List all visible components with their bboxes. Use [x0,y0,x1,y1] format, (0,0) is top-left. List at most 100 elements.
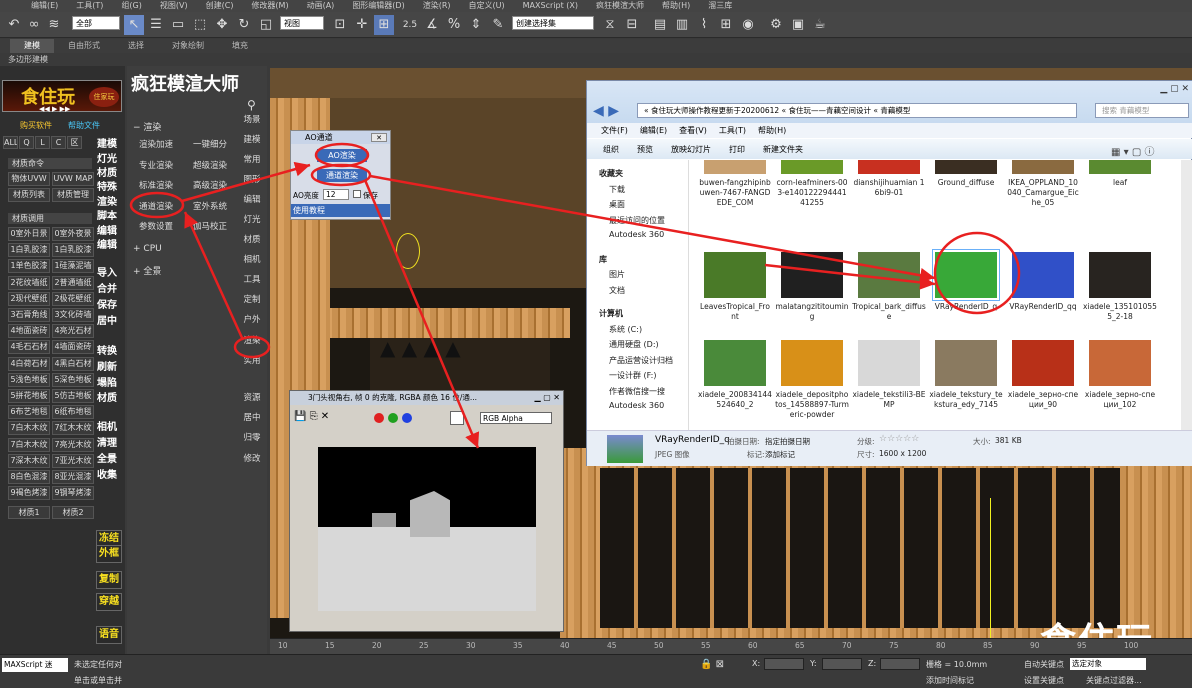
quick-command-button[interactable]: 语音 [96,626,122,644]
material-preset-button[interactable]: 0室外日景 [8,227,50,241]
named-selection-icon[interactable]: ✎ [488,15,508,35]
quick-command-button[interactable]: 相机 [97,420,123,436]
material-preset-button[interactable]: 4白荷石材 [8,356,50,371]
explorer-tool-button[interactable]: 预览 [637,144,653,155]
ao-brightness-input[interactable]: 12 [323,189,349,200]
file-thumbnail[interactable] [1012,252,1074,298]
material-tab[interactable]: 材质1 [8,506,50,519]
quick-command-button[interactable]: 转换 [97,344,123,360]
quick-command-button[interactable]: 导入 [97,266,123,282]
menu-item[interactable]: 溜三库 [699,0,741,12]
file-thumbnail[interactable] [935,340,997,386]
category-button[interactable]: 材质 [235,234,269,246]
file-name[interactable]: xiadele_зерно-специи_102 [1083,390,1157,410]
x-coord-input[interactable] [764,658,804,670]
undo-icon[interactable]: ↶ [4,15,24,35]
material-preset-button[interactable]: 6布艺地毯 [8,405,50,420]
category-button[interactable]: 场景 [235,114,269,126]
key-target-select[interactable]: 选定对象 [1070,658,1146,670]
quick-command-button[interactable]: 编辑 [97,238,123,254]
material-preset-button[interactable]: 7白木木纹 [8,421,50,436]
maxscript-listener[interactable]: MAXScript 迷 [2,658,68,672]
file-thumbnail[interactable] [932,249,1000,301]
category-button[interactable]: 工具 [235,274,269,286]
align-icon[interactable]: ⊟ [622,15,642,35]
category-button[interactable]: 居中 [235,412,269,424]
explorer-menu-item[interactable]: 帮助(H) [752,123,792,138]
material-preset-button[interactable]: 2花纹墙纸 [8,275,50,290]
render-button[interactable]: 一键细分 [185,136,235,154]
menu-item[interactable]: 编辑(E) [22,0,67,12]
z-coord-input[interactable] [880,658,920,670]
rating-stars-icon[interactable]: ☆☆☆☆☆ [879,434,919,444]
render-button[interactable]: 标准渲染 [131,177,181,195]
ribbon-tab[interactable]: 建模 [10,39,54,53]
material-preset-button[interactable]: 4地面瓷砖 [8,324,50,339]
file-thumbnail[interactable] [858,340,920,386]
category-button[interactable]: 渲染 [235,335,269,347]
material-preset-button[interactable]: 5浅色地板 [8,372,50,387]
quick-command-button[interactable]: 居中 [97,314,123,330]
material-preset-button[interactable]: 2现代壁纸 [8,291,50,306]
file-thumbnail[interactable] [704,340,766,386]
material-preset-button[interactable]: 5仿古地板 [52,389,94,403]
explorer-menu-item[interactable]: 工具(T) [713,123,752,138]
render-button[interactable]: 室外系统 [185,198,235,216]
explorer-tool-button[interactable]: 打印 [729,144,745,155]
file-name[interactable]: xiadele_зерно-специи_90 [1006,390,1080,410]
file-name[interactable]: xiadele_depositphotos_14588897-Turmeric-… [775,390,849,420]
render-button[interactable]: 高级渲染 [185,177,235,195]
small-button[interactable]: 区 [67,136,82,149]
window-controls-icon[interactable]: ▁ ▢ ✕ [1125,84,1189,96]
render-icon[interactable]: ☕ [810,15,830,35]
details-date-value[interactable]: 指定拍摄日期 [765,436,810,447]
category-button[interactable]: 编辑 [235,194,269,206]
auto-key-button[interactable]: 自动关键点 [1024,659,1064,670]
mirror-icon[interactable]: ⧖ [600,15,620,35]
help-link[interactable]: 帮助文件 [68,120,100,131]
tutorial-button[interactable]: 使用教程 [291,204,390,217]
quick-command-button[interactable]: 建模 [97,137,123,153]
category-button[interactable]: 灯光 [235,214,269,226]
material-preset-button[interactable]: 1白乳胶漆 [52,243,94,258]
file-thumbnail[interactable] [935,160,997,174]
material-command-button[interactable]: UVW MAP [52,172,94,186]
search-input[interactable]: 搜索 青藕模型 [1095,103,1189,118]
menu-item[interactable]: 修改器(M) [242,0,297,12]
spinner-snap-icon[interactable]: ⇕ [466,15,486,35]
explorer-menu-item[interactable]: 查看(V) [673,123,713,138]
close-icon[interactable]: ✕ [371,133,387,142]
render-frame-icon[interactable]: ▣ [788,15,808,35]
frame-buffer-tools-icon[interactable]: 💾 ⎘ ✕ [294,411,329,422]
category-button[interactable]: 户外 [235,314,269,326]
material-preset-button[interactable]: 5拼花地板 [8,389,50,403]
lock-icons[interactable]: 🔒 ⊠ [700,659,724,670]
material-preset-button[interactable]: 5深色地板 [52,372,94,387]
explorer-tool-button[interactable]: 新建文件夹 [763,144,803,155]
material-preset-button[interactable]: 9褐色烤漆 [8,486,50,501]
category-button[interactable]: 实用 [235,355,269,367]
nav-item[interactable]: 系统 (C:) [609,324,642,335]
file-thumbnail[interactable] [781,252,843,298]
file-name[interactable]: xiadele_tekstili3-BEMP [852,390,926,410]
green-channel-icon[interactable] [388,413,398,423]
menu-item[interactable]: 视图(V) [151,0,197,12]
scrollbar[interactable] [1181,160,1192,430]
material-preset-button[interactable]: 4墙面瓷砖 [52,340,94,355]
file-thumbnail[interactable] [1012,340,1074,386]
quick-command-button[interactable]: 穿越 [96,593,122,611]
explorer-menu-item[interactable]: 文件(F) [595,123,634,138]
nav-item[interactable]: 一设计群 (F:) [609,370,656,381]
category-button[interactable]: 建模 [235,134,269,146]
material-preset-button[interactable]: 0室外夜景 [52,227,94,241]
material-preset-button[interactable]: 1硅藻泥墙 [52,259,94,274]
panorama-section[interactable]: + 全景 [133,264,161,277]
category-button[interactable]: 图形 [235,174,269,186]
breadcrumb-item[interactable]: 食住玩大师操作教程更新于20200612 [651,106,779,115]
quick-command-button[interactable]: 外框 [96,545,122,563]
render-button[interactable]: 专业渲染 [131,157,181,175]
percent-snap-icon[interactable]: % [444,15,464,35]
nav-item[interactable]: 收藏夹 [599,168,623,179]
material-tab[interactable]: 材质2 [52,506,94,519]
y-coord-input[interactable] [822,658,862,670]
